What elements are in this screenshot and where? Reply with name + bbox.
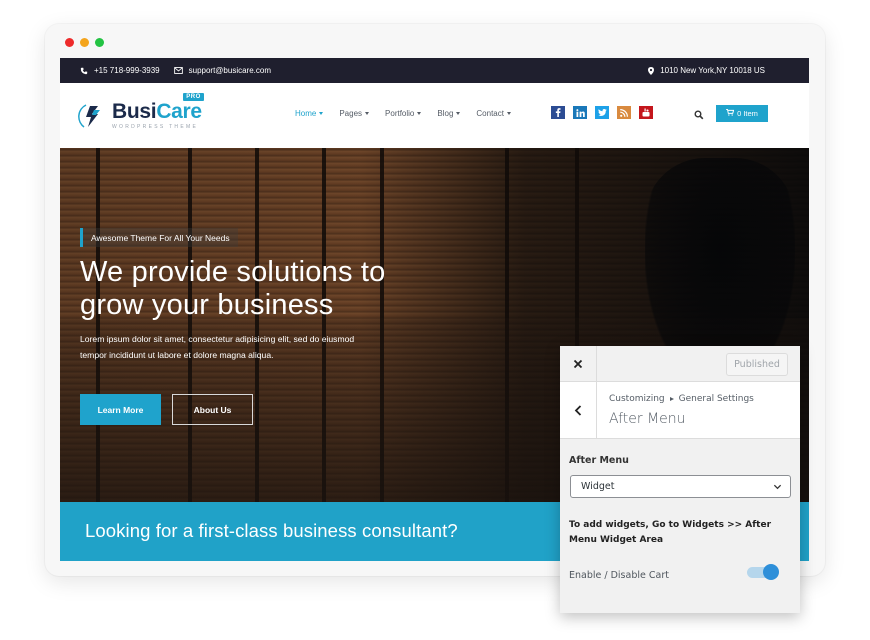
widget-instruction: To add widgets, Go to Widgets >> After M… (569, 520, 772, 545)
social-links (551, 106, 653, 119)
maximize-window-dot[interactable] (95, 38, 104, 47)
cart-toggle-label: Enable / Disable Cart (569, 570, 669, 581)
learn-more-button[interactable]: Learn More (80, 394, 161, 425)
nav-label: Home (295, 109, 317, 118)
close-window-dot[interactable] (65, 38, 74, 47)
cta-text: Looking for a first-class business consu… (85, 520, 458, 541)
address-text: 1010 New York,NY 10018 US (660, 66, 765, 75)
phone-number: +15 718-999-3939 (94, 66, 160, 75)
chevron-down-icon (773, 484, 782, 490)
caret-down-icon (365, 112, 370, 115)
main-nav: Home Pages Portfolio Blog Contact (295, 109, 511, 118)
linkedin-icon[interactable] (573, 106, 587, 119)
topbar-address: 1010 New York,NY 10018 US (648, 66, 765, 75)
select-value: Widget (581, 481, 615, 492)
hero-title-line1: We provide solutions to (80, 256, 386, 288)
nav-label: Contact (476, 109, 504, 118)
pro-badge: PRO (183, 93, 204, 101)
twitter-icon[interactable] (595, 106, 609, 119)
search-icon[interactable] (694, 107, 706, 120)
caret-down-icon (319, 112, 324, 115)
breadcrumb-section: General Settings (678, 394, 754, 404)
phone-icon (80, 67, 88, 75)
hero-title: We provide solutions to grow your busine… (80, 256, 460, 322)
after-menu-label: After Menu (569, 455, 629, 466)
breadcrumb-separator-icon (669, 397, 674, 401)
after-menu-select[interactable]: Widget (570, 475, 791, 498)
hero-description-line1: Lorem ipsum dolor sit amet, consectetur … (80, 334, 355, 344)
cart-label: 0 Item (737, 109, 758, 118)
caret-down-icon (506, 112, 511, 115)
customizer-section-header: Customizing General Settings After Menu (560, 382, 800, 439)
nav-item-pages[interactable]: Pages (339, 109, 370, 118)
topbar-phone[interactable]: +15 718-999-3939 (80, 66, 160, 75)
nav-item-home[interactable]: Home (295, 109, 324, 118)
toggle-knob[interactable] (763, 564, 779, 580)
hero-description: Lorem ipsum dolor sit amet, consectetur … (80, 331, 420, 363)
window-controls (65, 38, 104, 47)
close-icon (573, 359, 583, 369)
customizer-panel: Published Customizing General Settings A… (560, 346, 800, 613)
published-button[interactable]: Published (726, 353, 788, 376)
cart-button[interactable]: 0 Item (716, 105, 768, 122)
nav-item-contact[interactable]: Contact (476, 109, 511, 118)
youtube-icon[interactable] (639, 106, 653, 119)
email-address: support@busicare.com (188, 66, 272, 75)
section-title: After Menu (609, 411, 686, 427)
facebook-icon[interactable] (551, 106, 565, 119)
cart-icon (726, 108, 735, 118)
chevron-left-icon (574, 405, 582, 416)
envelope-icon (173, 67, 183, 74)
logo-name-part2: Care (156, 100, 202, 123)
caret-down-icon (417, 112, 422, 115)
logo-mark-icon (78, 101, 108, 131)
hero-title-line2: grow your business (80, 289, 334, 321)
site-logo[interactable]: BusiCare WORDPRESS THEME PRO (78, 93, 208, 138)
close-customizer-button[interactable] (560, 346, 597, 382)
rss-icon[interactable] (617, 106, 631, 119)
about-us-button[interactable]: About Us (172, 394, 253, 425)
back-button[interactable] (560, 382, 597, 439)
logo-tagline: WORDPRESS THEME (112, 124, 199, 130)
customizer-toolbar: Published (560, 346, 800, 382)
stage: +15 718-999-3939 support@busicare.com 10… (0, 0, 870, 640)
nav-item-blog[interactable]: Blog (437, 109, 461, 118)
hero-tagline: Awesome Theme For All Your Needs (80, 228, 238, 247)
map-marker-icon (648, 66, 655, 75)
customizer-breadcrumb: Customizing General Settings (609, 394, 754, 404)
caret-down-icon (456, 112, 461, 115)
site-header: BusiCare WORDPRESS THEME PRO Home Pages … (60, 83, 809, 148)
nav-label: Blog (437, 109, 454, 118)
minimize-window-dot[interactable] (80, 38, 89, 47)
topbar-email[interactable]: support@busicare.com (173, 66, 272, 75)
breadcrumb-root: Customizing (609, 394, 665, 404)
top-info-bar: +15 718-999-3939 support@busicare.com 10… (60, 58, 809, 83)
nav-item-portfolio[interactable]: Portfolio (385, 109, 422, 118)
hero-description-line2: tempor incididunt ut labore et dolore ma… (80, 350, 274, 360)
logo-name: BusiCare (112, 101, 202, 123)
nav-label: Portfolio (385, 109, 415, 118)
logo-name-part1: Busi (112, 100, 157, 123)
cart-toggle-switch[interactable] (747, 564, 779, 580)
nav-label: Pages (339, 109, 363, 118)
logo-text: BusiCare WORDPRESS THEME PRO (112, 93, 204, 130)
